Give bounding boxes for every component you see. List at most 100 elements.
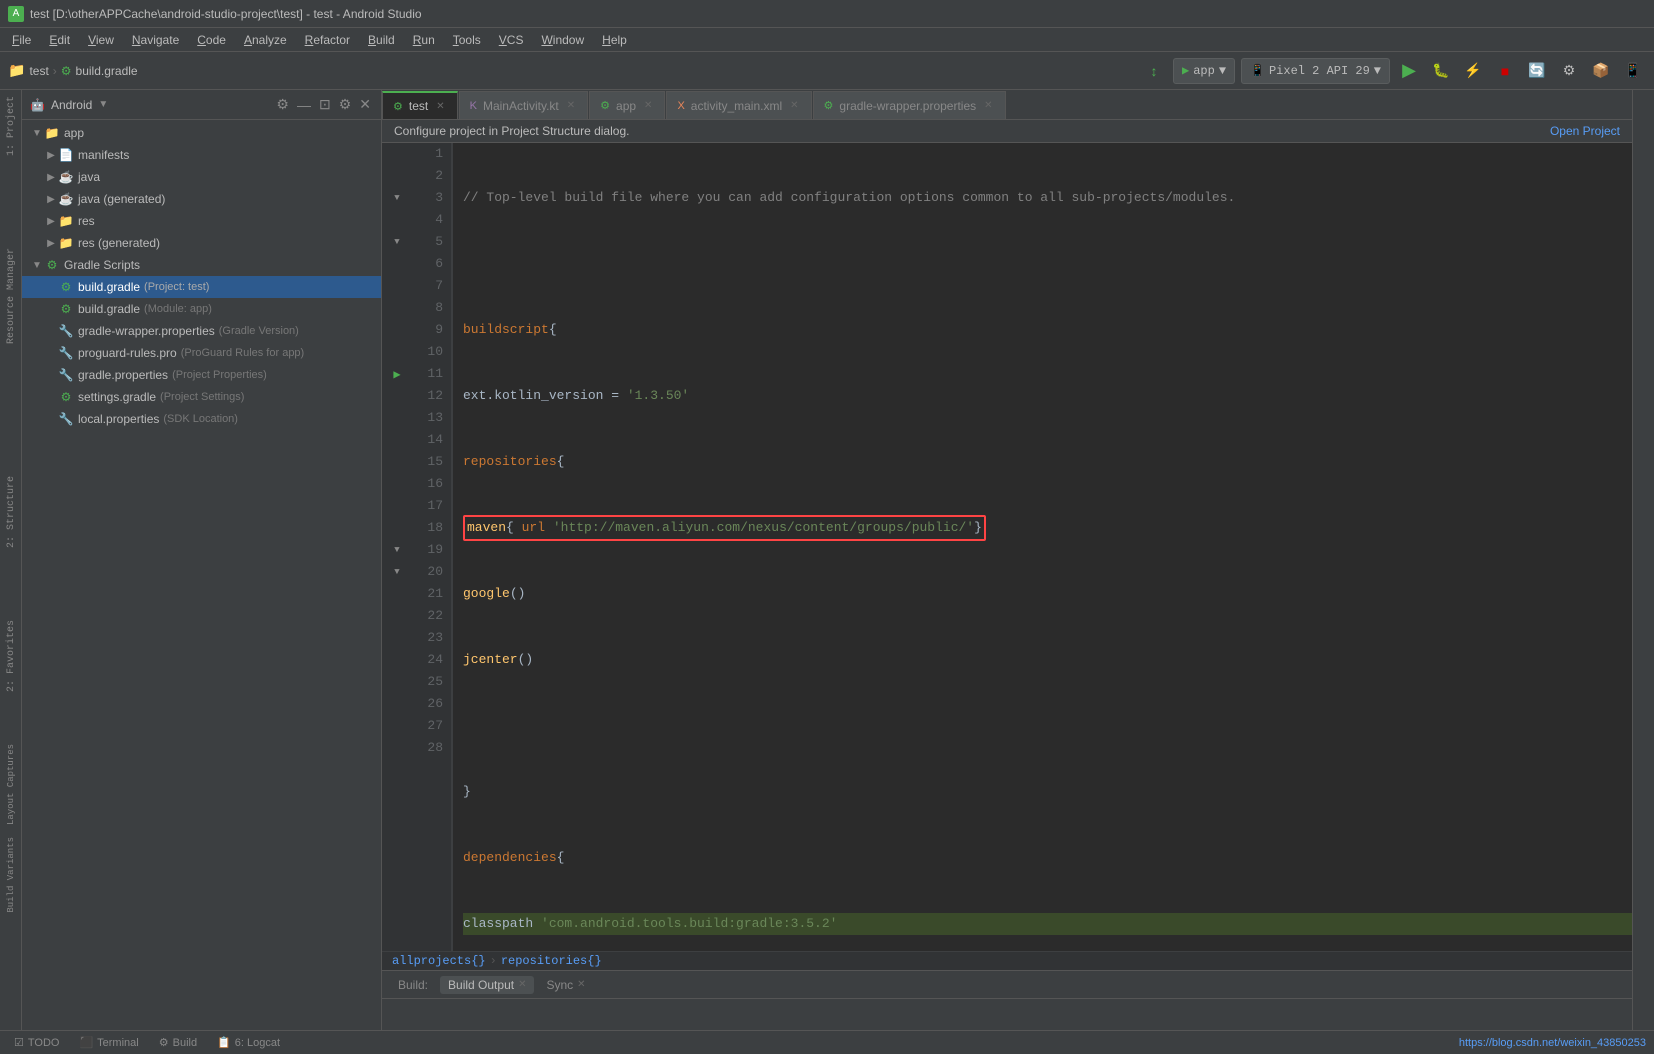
prop-file-icon-3: 🔧 [58,367,74,383]
bottom-tab-build-output[interactable]: Build Output ✕ [440,976,534,994]
run-button[interactable]: ▶ [1396,58,1422,84]
tree-item-res-gen[interactable]: ▶ 📁 res (generated) [22,232,381,254]
sdk-manager-button[interactable]: 📦 [1588,58,1614,84]
tree-item-java[interactable]: ▶ ☕ java [22,166,381,188]
sync-project-button[interactable]: 🔄 [1524,58,1550,84]
right-sidebar [1632,90,1654,1030]
bottom-tabs: Build: Build Output ✕ Sync ✕ [382,971,1632,999]
menu-edit[interactable]: Edit [41,31,78,49]
tree-item-proguard[interactable]: ▶ 🔧 proguard-rules.pro (ProGuard Rules f… [22,342,381,364]
panel-gear-btn[interactable]: ⚙ [274,94,291,115]
tab-test-gradle[interactable]: ⚙ test ✕ [382,91,458,119]
avd-manager-button[interactable]: 📱 [1620,58,1646,84]
menu-vcs[interactable]: VCS [491,31,532,49]
sidebar-tab-captures[interactable]: Layout Captures [4,738,18,831]
settings-button[interactable]: ⚙ [1556,58,1582,84]
build-btn[interactable]: ⚙ Build [153,1034,203,1051]
android-icon: 🤖 [30,98,45,112]
sidebar-tab-resource[interactable]: Resource Manager [4,242,19,350]
tree-item-local-props[interactable]: ▶ 🔧 local.properties (SDK Location) [22,408,381,430]
device-selector[interactable]: 📱 Pixel 2 API 29 ▼ [1241,58,1390,84]
menu-code[interactable]: Code [189,31,234,49]
tree-item-build-gradle-app[interactable]: ▶ ⚙ build.gradle (Module: app) [22,298,381,320]
tree-item-gradle-scripts[interactable]: ▼ ⚙ Gradle Scripts [22,254,381,276]
code-line-3: buildscript { [463,319,1632,341]
sidebar-tab-project[interactable]: 1: Project [4,90,19,162]
panel-settings-btn[interactable]: ⚙ [337,94,354,115]
run-gutter-icon[interactable]: ▶ [393,367,400,382]
tab-close-wrapper[interactable]: ✕ [982,99,994,112]
menu-build[interactable]: Build [360,31,403,49]
code-editor[interactable]: ▼ ▼ ▶ [382,143,1632,951]
menu-run[interactable]: Run [405,31,443,49]
tree-item-java-gen[interactable]: ▶ ☕ java (generated) [22,188,381,210]
status-url: https://blog.csdn.net/weixin_43850253 [1459,1037,1646,1049]
code-content[interactable]: // Top-level build file where you can ad… [453,143,1632,951]
open-project-link[interactable]: Open Project [1550,124,1620,138]
sidebar-tab-structure[interactable]: 2: Structure [4,470,19,554]
menu-view[interactable]: View [80,31,122,49]
menu-file[interactable]: File [4,31,39,49]
app-icon: A [8,6,24,22]
tree-item-settings-gradle[interactable]: ▶ ⚙ settings.gradle (Project Settings) [22,386,381,408]
fold-arrow-3: ▼ [394,193,399,203]
tab-close-main[interactable]: ✕ [565,99,577,112]
profile-button[interactable]: ⚡ [1460,58,1486,84]
tab-app-gradle[interactable]: ⚙ app ✕ [589,91,665,119]
menu-window[interactable]: Window [533,31,592,49]
menu-tools[interactable]: Tools [445,31,489,49]
gradle-file-icon-2: ⚙ [58,301,74,317]
stop-button[interactable]: ■ [1492,58,1518,84]
debug-button[interactable]: 🐛 [1428,58,1454,84]
sidebar-tab-favorites[interactable]: 2: Favorites [4,614,19,698]
todo-label: TODO [28,1037,60,1049]
build-output-close[interactable]: ✕ [518,979,526,990]
title-bar: A test [D:\otherAPPCache\android-studio-… [0,0,1654,28]
tab-activity-xml[interactable]: X activity_main.xml ✕ [666,91,811,119]
tree-item-res[interactable]: ▶ 📁 res [22,210,381,232]
editor-area: ⚙ test ✕ K MainActivity.kt ✕ ⚙ app ✕ X a… [382,90,1632,1030]
tree-item-gradle-props[interactable]: ▶ 🔧 gradle.properties (Project Propertie… [22,364,381,386]
panel-dropdown-icon[interactable]: ▼ [98,99,108,110]
build-status-label: Build [173,1037,197,1049]
code-line-8: jcenter() [463,649,1632,671]
code-line-2 [463,253,1632,275]
sync-close[interactable]: ✕ [577,979,585,990]
folder-icon-app: 📁 [44,125,60,141]
tree-item-app[interactable]: ▼ 📁 app [22,122,381,144]
tab-close-app[interactable]: ✕ [642,99,654,112]
terminal-label: Terminal [97,1037,139,1049]
terminal-btn[interactable]: ⬛ Terminal [73,1034,144,1051]
breadcrumb-project: test [29,64,48,78]
tree-item-build-gradle-project[interactable]: ▶ ⚙ build.gradle (Project: test) [22,276,381,298]
todo-btn[interactable]: ☑ TODO [8,1034,65,1051]
tree-arrow-manifests: ▶ [44,150,58,161]
bottom-tab-build[interactable]: Build: [390,976,436,994]
tab-gradle-wrapper[interactable]: ⚙ gradle-wrapper.properties ✕ [813,91,1006,119]
logcat-btn[interactable]: 📋 6: Logcat [211,1034,286,1051]
panel-maximize-btn[interactable]: ⊡ [317,94,333,115]
tab-xml-icon: X [677,100,684,112]
menu-refactor[interactable]: Refactor [297,31,358,49]
panel-close-btn[interactable]: — [295,95,313,115]
breadcrumb-repositories[interactable]: repositories{} [501,954,602,968]
tab-mainactivity[interactable]: K MainActivity.kt ✕ [459,91,589,119]
panel-minimize-btn[interactable]: ✕ [357,94,373,115]
sidebar-tab-build-variants[interactable]: Build Variants [4,831,18,919]
code-line-9 [463,715,1632,737]
tab-label-xml: activity_main.xml [691,99,782,113]
menu-navigate[interactable]: Navigate [124,31,187,49]
run-config-selector[interactable]: ▶ app ▼ [1173,58,1235,84]
tree-item-gradle-wrapper[interactable]: ▶ 🔧 gradle-wrapper.properties (Gradle Ve… [22,320,381,342]
fold-arrow-20: ▼ [394,567,399,577]
toolbar: 📁 test › ⚙ build.gradle ↕ ▶ app ▼ 📱 Pixe… [0,52,1654,90]
menu-analyze[interactable]: Analyze [236,31,295,49]
breadcrumb-allprojects[interactable]: allprojects{} [392,954,486,968]
bottom-tab-sync[interactable]: Sync ✕ [538,976,593,994]
tab-close-xml[interactable]: ✕ [788,99,800,112]
sync-icon[interactable]: ↕ [1141,58,1167,84]
tree-item-manifests[interactable]: ▶ 📄 manifests [22,144,381,166]
tab-close-test[interactable]: ✕ [434,100,446,113]
sync-label: Sync [546,978,573,992]
menu-help[interactable]: Help [594,31,635,49]
